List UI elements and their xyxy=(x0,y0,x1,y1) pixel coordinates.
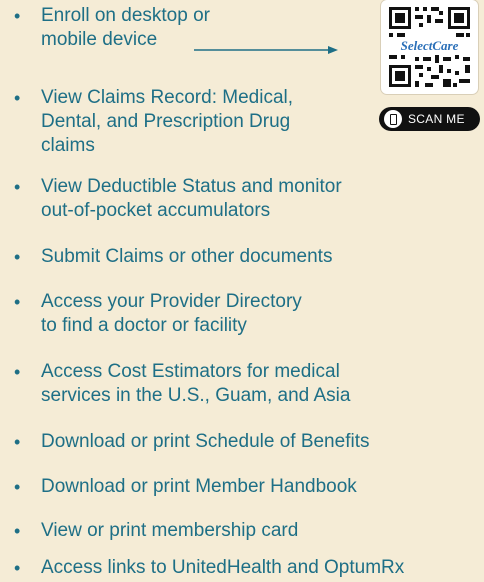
bullet: • xyxy=(14,177,21,197)
bullet: • xyxy=(14,88,21,108)
qr-logo-text: SelectCare xyxy=(400,38,459,53)
item-text: Access links to UnitedHealth and OptumRx xyxy=(41,557,405,578)
item-text: Enroll on desktop or mobile device xyxy=(41,5,210,50)
item-text: Submit Claims or other documents xyxy=(41,246,333,267)
arrow-right-icon xyxy=(194,46,338,54)
scan-me-label: SCAN ME xyxy=(408,112,465,126)
scan-me-button[interactable]: SCAN ME xyxy=(379,107,480,131)
bullet: • xyxy=(14,477,21,497)
phone-icon xyxy=(384,110,402,128)
bullet: • xyxy=(14,362,21,382)
item-text: Download or print Schedule of Benefits xyxy=(41,431,370,452)
item-text: View Claims Record: Medical, Dental, and… xyxy=(41,87,294,156)
item-text: View Deductible Status and monitor out-o… xyxy=(41,176,342,221)
bullet: • xyxy=(14,247,21,267)
bullet: • xyxy=(14,521,21,541)
qr-code[interactable]: SelectCare xyxy=(381,0,478,94)
bullet: • xyxy=(14,432,21,452)
item-text: View or print membership card xyxy=(41,520,299,541)
item-text: Access your Provider Directory to find a… xyxy=(41,291,302,336)
item-text: Access Cost Estimators for medical servi… xyxy=(41,361,351,406)
bullet: • xyxy=(14,558,21,578)
bullet: • xyxy=(14,292,21,312)
item-text: Download or print Member Handbook xyxy=(41,476,357,497)
bullet: • xyxy=(14,6,21,26)
